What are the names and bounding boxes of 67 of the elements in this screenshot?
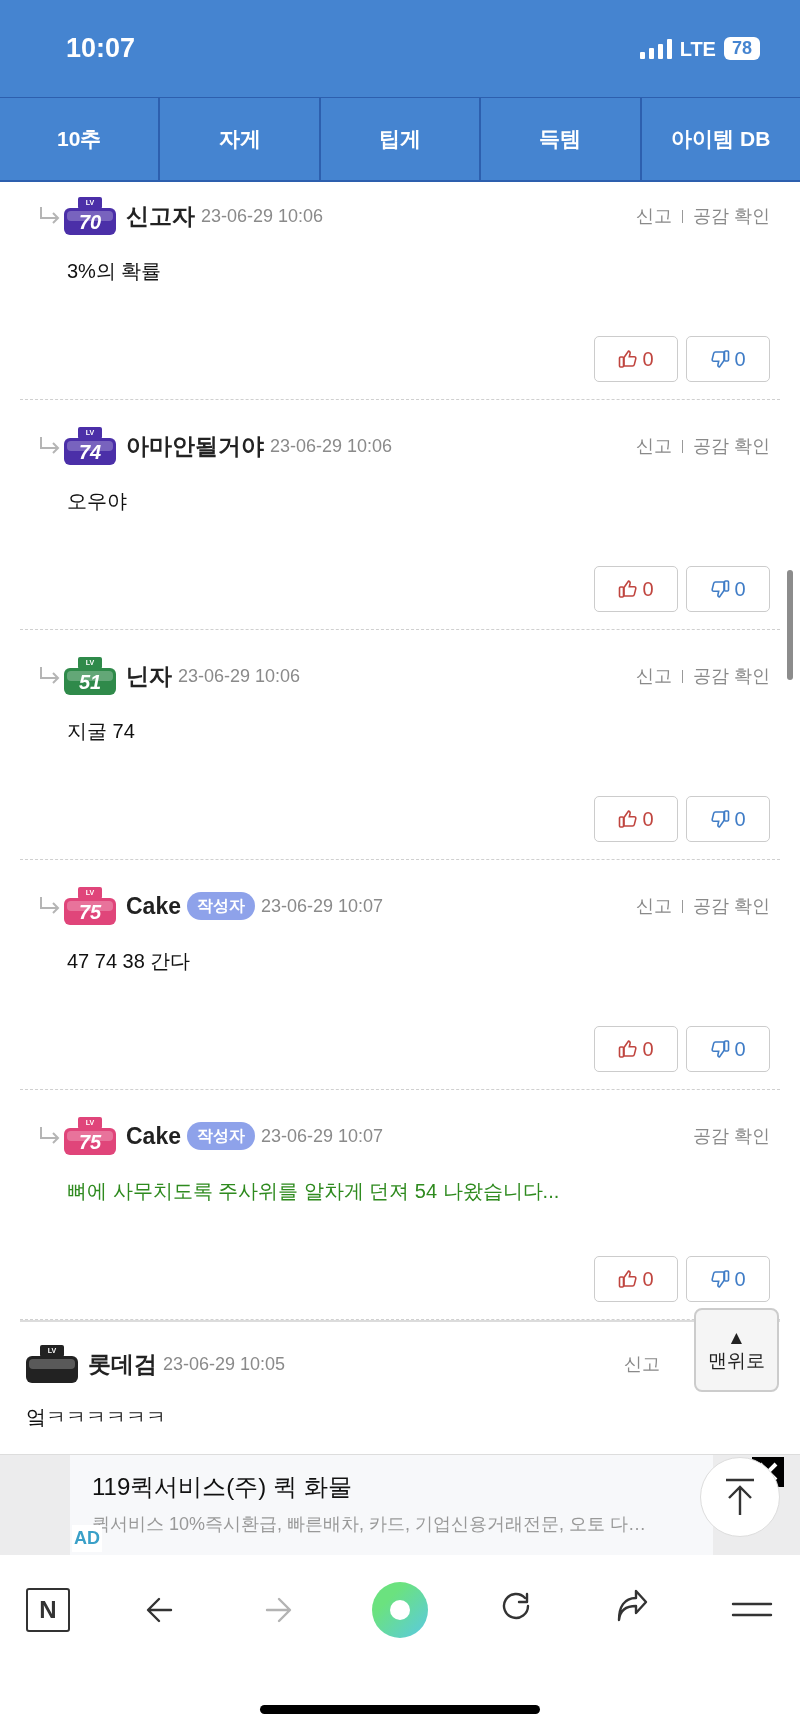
like-button[interactable]: 0 [594, 566, 678, 612]
action-link[interactable]: 공감 확인 [693, 202, 770, 230]
username[interactable]: Cake [126, 888, 181, 924]
thumbs-up-icon [618, 579, 639, 599]
thumbs-up-icon [618, 1269, 639, 1289]
action-link[interactable]: 신고 [624, 1350, 660, 1378]
author-tag: 작성자 [187, 892, 255, 920]
reply-arrow-icon [38, 1126, 62, 1146]
home-button[interactable]: N [26, 1588, 70, 1632]
comment-date: 23-06-29 10:07 [261, 1124, 384, 1148]
comment-date: 23-06-29 10:06 [178, 664, 301, 688]
like-button[interactable]: 0 [594, 336, 678, 382]
comment-text: 오우야 [66, 489, 128, 514]
thumbs-up-icon [618, 809, 639, 829]
network-label: LTE [679, 36, 716, 62]
nav-tab[interactable]: 팁게 [320, 98, 482, 180]
thumbs-down-icon [710, 349, 731, 369]
dislike-button[interactable]: 0 [686, 1026, 770, 1072]
username[interactable]: 신고자 [126, 198, 195, 234]
like-button[interactable]: 0 [594, 1026, 678, 1072]
battery-level: 78 [723, 37, 760, 60]
nav-tab[interactable]: 아이템 DB [641, 98, 800, 180]
action-link[interactable]: 공감 확인 [693, 432, 770, 460]
action-link[interactable]: 신고 [636, 202, 672, 230]
comment-date: 23-06-29 10:05 [163, 1352, 286, 1376]
dislike-button[interactable]: 0 [686, 796, 770, 842]
comment-text: 뼈에 사무치도록 주사위를 알차게 던져 54 나왔습니다... [66, 1179, 561, 1204]
action-link[interactable]: 신고 [636, 432, 672, 460]
like-button[interactable]: 0 [594, 796, 678, 842]
username[interactable]: Cake [126, 1118, 181, 1154]
username[interactable]: 롯데검 [88, 1346, 157, 1382]
nav-tab[interactable]: 10추 [0, 98, 161, 180]
comment-text: 지굴 74 [66, 719, 136, 744]
dislike-button[interactable]: 0 [686, 1256, 770, 1302]
author-tag: 작성자 [187, 1122, 255, 1150]
thumbs-down-icon [710, 579, 731, 599]
username[interactable]: 닌자 [126, 658, 172, 694]
dislike-button[interactable]: 0 [686, 566, 770, 612]
reply-arrow-icon [38, 206, 62, 226]
reply-arrow-icon [38, 896, 62, 916]
thumbs-up-icon [618, 349, 639, 369]
like-button[interactable]: 0 [594, 1256, 678, 1302]
comment-date: 23-06-29 10:07 [261, 894, 384, 918]
dislike-button[interactable]: 0 [686, 336, 770, 382]
thumbs-down-icon [710, 1269, 731, 1289]
clock-time: 10:07 [66, 32, 136, 66]
action-link[interactable]: 공감 확인 [693, 1122, 770, 1150]
comment-date: 23-06-29 10:06 [270, 434, 393, 458]
comment-date: 23-06-29 10:06 [201, 204, 324, 228]
comment-text: 47 74 38 간다 [66, 949, 192, 974]
action-link[interactable]: 신고 [636, 892, 672, 920]
thumbs-down-icon [710, 1039, 731, 1059]
ad-title: 119퀵서비스(주) 퀵 화물 [92, 1472, 352, 1502]
reply-arrow-icon [38, 666, 62, 686]
nav-tab[interactable]: 득템 [481, 98, 642, 180]
action-link[interactable]: 공감 확인 [693, 662, 770, 690]
back-to-top-button[interactable]: ▲ 맨위로 [694, 1308, 779, 1392]
action-link[interactable]: 공감 확인 [693, 892, 770, 920]
comment-text: 3%의 확률 [66, 259, 163, 284]
nav-tab[interactable]: 자게 [160, 98, 321, 180]
comment-text: 엌ㅋㅋㅋㅋㅋㅋ [26, 1405, 167, 1430]
action-link[interactable]: 신고 [636, 662, 672, 690]
thumbs-up-icon [618, 1039, 639, 1059]
username[interactable]: 아마안될거야 [126, 428, 264, 464]
signal-icon [639, 38, 672, 59]
thumbs-down-icon [710, 809, 731, 829]
reply-arrow-icon [38, 436, 62, 456]
